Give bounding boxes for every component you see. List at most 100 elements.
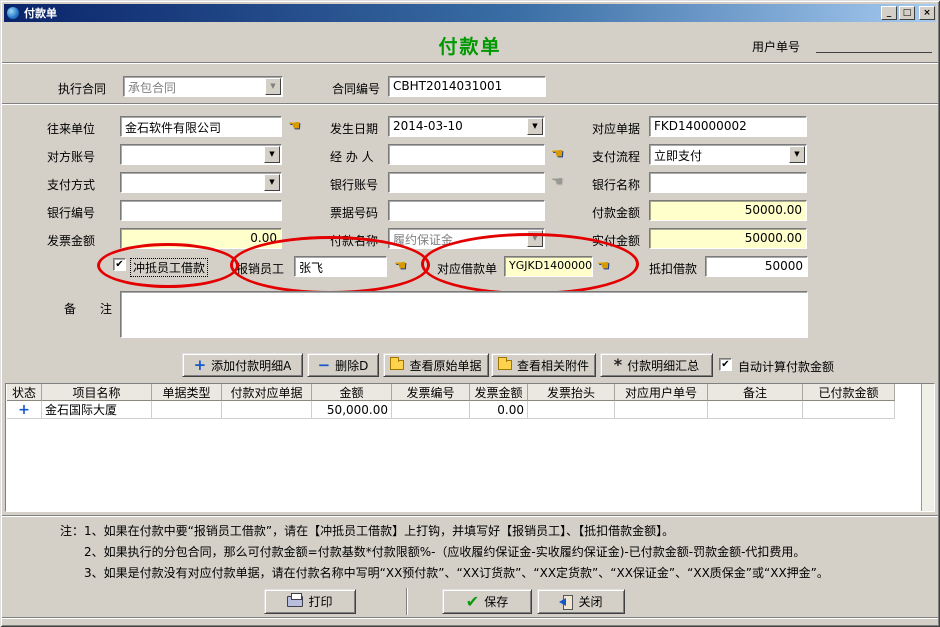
minimize-button[interactable]: _ (881, 6, 897, 20)
loan-doc-label: 对应借款单 (437, 260, 497, 277)
folder-icon (498, 360, 512, 370)
bank-code-label: 银行编号 (47, 204, 95, 221)
bank-name-input[interactable] (649, 172, 807, 193)
plus-icon: + (194, 360, 207, 370)
related-doc-label: 对应单据 (592, 120, 640, 137)
offset-loan-checkbox[interactable]: ✔ (113, 258, 126, 271)
row-remark-cell (708, 401, 803, 419)
separator (2, 515, 938, 517)
col-header-invoice-no[interactable]: 发票编号 (392, 384, 470, 401)
col-header-remark[interactable]: 备注 (708, 384, 803, 401)
delete-button[interactable]: − 删除D (307, 353, 379, 377)
footer-divider (406, 588, 408, 615)
related-doc-input[interactable]: FKD140000002 (649, 116, 807, 137)
view-attachment-label: 查看相关附件 (517, 357, 589, 374)
contract-no-input[interactable]: CBHT2014031001 (388, 76, 546, 97)
remark-textarea[interactable] (120, 291, 808, 338)
chevron-down-icon[interactable]: ▼ (264, 146, 280, 163)
other-account-label: 对方账号 (47, 148, 95, 165)
row-invoice-no-cell (392, 401, 470, 419)
view-original-button[interactable]: 查看原始单据 (383, 353, 489, 377)
auto-calc-label: 自动计算付款金额 (738, 358, 834, 375)
note-line-2: 2、如果执行的分包合同，那么可付款金额=付款基数*付款限额%-（应收履约保证金-… (84, 543, 805, 560)
actual-amount-label: 实付金额 (592, 232, 640, 249)
row-invoice-title-cell (528, 401, 615, 419)
printer-icon (287, 596, 303, 607)
handler-input[interactable] (388, 144, 545, 165)
pay-flow-value: 立即支付 (654, 149, 702, 163)
col-header-doc-type[interactable]: 单据类型 (152, 384, 222, 401)
hand-picker-icon[interactable]: ☚ (288, 118, 301, 134)
col-header-pay-doc[interactable]: 付款对应单据 (222, 384, 312, 401)
actual-amount-input[interactable]: 50000.00 (649, 228, 807, 249)
bank-code-input[interactable] (120, 200, 282, 221)
occur-date-select[interactable]: 2014-03-10 ▼ (388, 116, 545, 137)
offset-loan-label[interactable]: 冲抵员工借款 (130, 258, 208, 277)
pay-method-label: 支付方式 (47, 176, 95, 193)
pay-amount-input[interactable]: 50000.00 (649, 200, 807, 221)
hand-picker-icon[interactable]: ☚ (597, 258, 610, 274)
add-detail-label: 添加付款明细A (211, 357, 291, 374)
other-account-select[interactable]: ▼ (120, 144, 282, 165)
chevron-down-icon: ▼ (527, 230, 543, 247)
pay-flow-label: 支付流程 (592, 148, 640, 165)
check-icon: ✔ (466, 596, 479, 608)
pay-name-select: 履约保证金 ▼ (388, 228, 545, 249)
reimburse-employee-label: 报销员工 (236, 260, 284, 277)
chevron-down-icon[interactable]: ▼ (789, 146, 805, 163)
remark-label: 备 注 (64, 300, 112, 317)
counterpart-input[interactable]: 金石软件有限公司 (120, 116, 282, 137)
bank-account-input[interactable] (388, 172, 545, 193)
deduct-loan-label: 抵扣借款 (649, 260, 697, 277)
hand-picker-icon[interactable]: ☚ (551, 146, 564, 162)
print-button[interactable]: 打印 (264, 589, 356, 614)
pay-method-select[interactable]: ▼ (120, 172, 282, 193)
app-icon (7, 7, 19, 19)
loan-doc-input[interactable]: YGJKD14000000 (504, 256, 593, 277)
close-button[interactable]: × (919, 6, 935, 20)
table-scrollbar[interactable] (921, 384, 934, 511)
save-button[interactable]: ✔ 保存 (442, 589, 532, 614)
separator (2, 62, 938, 64)
reimburse-employee-input[interactable]: 张飞 (294, 256, 387, 277)
add-detail-button[interactable]: + 添加付款明细A (182, 353, 303, 377)
hand-picker-icon[interactable]: ☚ (394, 258, 407, 274)
col-header-status[interactable]: 状态 (7, 384, 42, 401)
delete-label: 删除D (335, 357, 368, 374)
bank-name-label: 银行名称 (592, 176, 640, 193)
row-doc-type-cell (152, 401, 222, 419)
row-pay-doc-cell (222, 401, 312, 419)
close-window-button[interactable]: 关闭 (537, 589, 625, 614)
col-header-invoice-title[interactable]: 发票抬头 (528, 384, 615, 401)
invoice-amount-label: 发票金额 (47, 232, 95, 249)
status-bar-edge (2, 617, 938, 619)
deduct-loan-input[interactable]: 50000 (705, 256, 808, 277)
pay-flow-select[interactable]: 立即支付 ▼ (649, 144, 807, 165)
col-header-amount[interactable]: 金额 (312, 384, 392, 401)
close-label: 关闭 (578, 593, 602, 610)
col-header-project[interactable]: 项目名称 (42, 384, 152, 401)
auto-calc-checkbox[interactable]: ✔ (719, 358, 732, 371)
detail-summary-label: 付款明细汇总 (627, 357, 699, 374)
user-doc-no-label: 用户单号 (752, 38, 800, 55)
chevron-down-icon[interactable]: ▼ (527, 118, 543, 135)
col-header-paid-amount[interactable]: 已付款金额 (803, 384, 895, 401)
contract-no-label: 合同编号 (332, 80, 380, 97)
window-controls: _ □ × (879, 6, 935, 20)
col-header-user-doc-no[interactable]: 对应用户单号 (615, 384, 708, 401)
occur-date-value: 2014-03-10 (393, 119, 463, 133)
title-bar[interactable]: 付款单 (4, 4, 936, 22)
invoice-amount-input[interactable]: 0.00 (120, 228, 282, 249)
exec-contract-select[interactable]: 承包合同 ▼ (123, 76, 283, 97)
maximize-button[interactable]: □ (899, 6, 915, 20)
exec-contract-value: 承包合同 (128, 81, 176, 95)
col-header-invoice-amount[interactable]: 发票金额 (470, 384, 528, 401)
bill-no-input[interactable] (388, 200, 545, 221)
table-row[interactable]: + 金石国际大厦 50,000.00 0.00 (7, 401, 895, 419)
view-attachment-button[interactable]: 查看相关附件 (491, 353, 596, 377)
detail-summary-button[interactable]: * 付款明细汇总 (600, 353, 713, 377)
chevron-down-icon[interactable]: ▼ (264, 174, 280, 191)
table-header-row: 状态 项目名称 单据类型 付款对应单据 金额 发票编号 发票金额 发票抬头 对应… (7, 384, 895, 401)
minus-icon: − (318, 360, 331, 370)
detail-table: 状态 项目名称 单据类型 付款对应单据 金额 发票编号 发票金额 发票抬头 对应… (5, 383, 935, 512)
